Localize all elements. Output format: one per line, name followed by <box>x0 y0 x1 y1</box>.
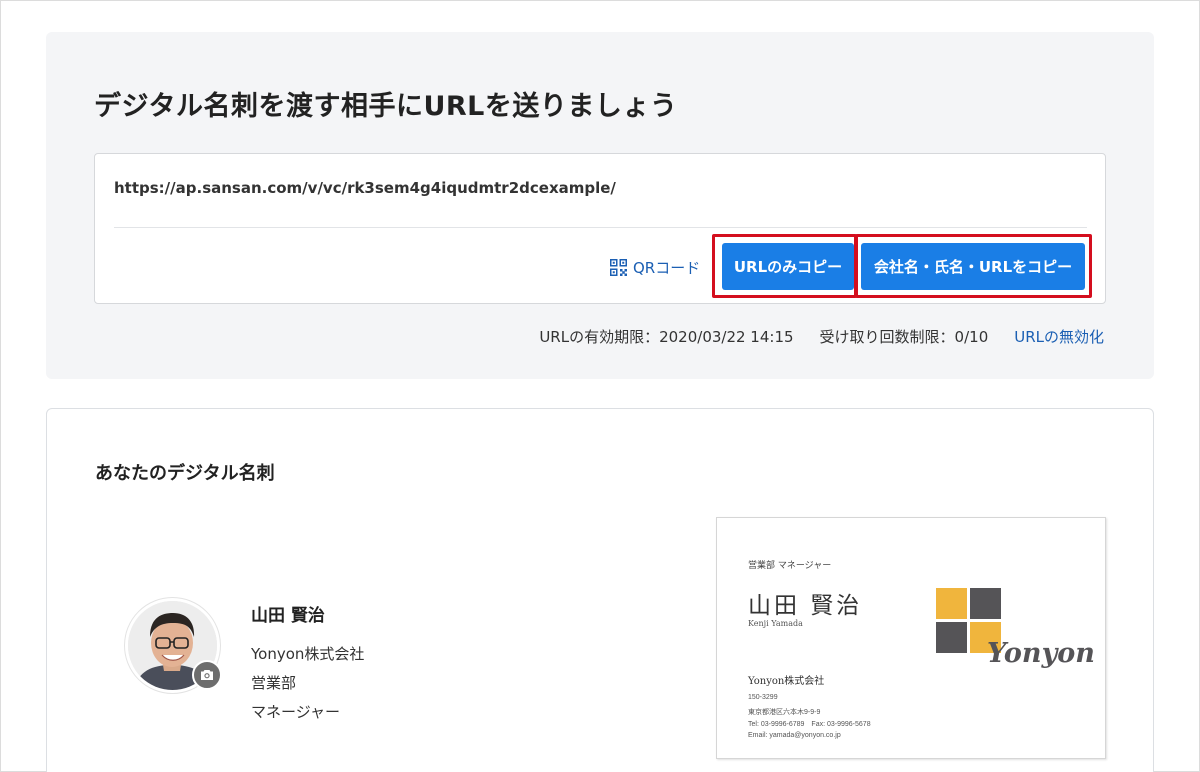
profile-company: Yonyon株式会社 <box>251 645 365 663</box>
profile-department: 営業部 <box>251 674 297 692</box>
profile-position: マネージャー <box>251 703 340 721</box>
card-name: 山田 賢治 <box>748 593 863 619</box>
digital-card-title: あなたのデジタル名刺 <box>95 463 275 484</box>
receive-limit-text: 受け取り回数制限：0/10 <box>819 328 989 346</box>
qr-code-link[interactable]: QRコード <box>610 257 700 277</box>
qr-code-label: QRコード <box>633 258 701 277</box>
change-photo-button[interactable] <box>192 660 222 690</box>
profile-name: 山田 賢治 <box>251 606 325 626</box>
avatar[interactable] <box>124 597 222 694</box>
card-address: 東京都港区六本木9-9-9 <box>748 709 821 716</box>
card-tel-fax: Tel: 03-9996-6789 Fax: 03-9996-5678 <box>748 721 871 728</box>
url-divider <box>114 227 1087 228</box>
url-expiry-text: URLの有効期限：2020/03/22 14:15 <box>539 328 794 346</box>
logo-square <box>970 588 1001 619</box>
card-zip: 150-3299 <box>748 694 778 701</box>
card-romanized-name: Kenji Yamada <box>748 619 803 628</box>
url-meta-row: URLの有効期限：2020/03/22 14:15 受け取り回数制限：0/10 … <box>539 326 1104 347</box>
copy-company-name-url-button[interactable]: 会社名・氏名・URLをコピー <box>861 243 1085 290</box>
company-logo: Yonyon <box>987 638 1095 669</box>
logo-square <box>936 588 967 619</box>
card-company: Yonyon株式会社 <box>748 676 825 687</box>
camera-icon <box>201 670 213 680</box>
share-url-text[interactable]: https://ap.sansan.com/v/vc/rk3sem4g4iqud… <box>114 179 616 197</box>
share-url-panel: デジタル名刺を渡す相手にURLを送りましょう https://ap.sansan… <box>46 32 1154 379</box>
qr-code-icon <box>610 258 627 276</box>
card-dept-title: 営業部 マネージャー <box>748 561 832 571</box>
copy-url-button[interactable]: URLのみコピー <box>722 243 854 290</box>
digital-card-panel: あなたのデジタル名刺 山田 賢治 Yonyon株式会社 営業部 マネージャー 営… <box>46 408 1154 772</box>
logo-square <box>936 622 967 653</box>
disable-url-link[interactable]: URLの無効化 <box>1014 326 1104 347</box>
profile-info: 山田 賢治 Yonyon株式会社 営業部 マネージャー <box>251 601 364 722</box>
card-email: Email: yamada@yonyon.co.jp <box>748 732 841 739</box>
url-box: https://ap.sansan.com/v/vc/rk3sem4g4iqud… <box>94 153 1106 304</box>
share-title: デジタル名刺を渡す相手にURLを送りましょう <box>94 91 678 122</box>
business-card-image[interactable]: 営業部 マネージャー 山田 賢治 Kenji Yamada Yonyon Yon… <box>716 517 1106 759</box>
